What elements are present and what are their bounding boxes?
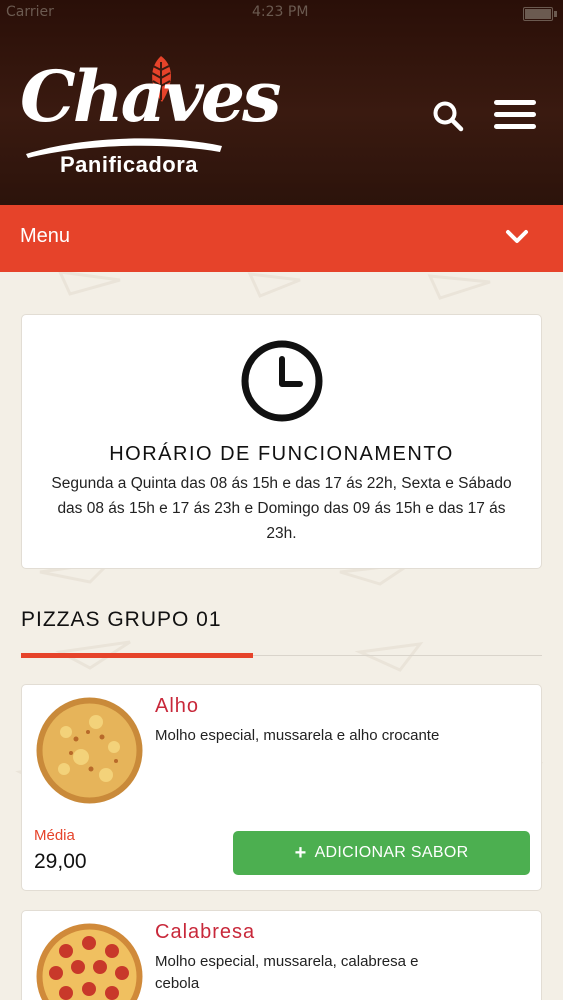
battery-icon (523, 7, 553, 21)
product-description: Molho especial, mussarela e alho crocant… (155, 727, 440, 744)
hamburger-icon (494, 100, 536, 105)
brand-logo[interactable]: Chaves Panificadora (18, 54, 282, 184)
pizza-alho-image[interactable] (36, 697, 143, 804)
menu-label: Menu (20, 225, 71, 247)
status-carrier: Carrier (6, 4, 54, 20)
search-button[interactable] (430, 98, 466, 134)
chevron-down-icon[interactable] (504, 224, 530, 250)
product-name: Calabresa (155, 921, 256, 943)
opening-hours-title: HORÁRIO DE FUNCIONAMENTO (109, 443, 454, 465)
section-title: PIZZAS GRUPO 01 (21, 608, 222, 631)
menu-dropdown-bar[interactable]: Menu (0, 205, 563, 272)
hamburger-menu-button[interactable] (494, 100, 536, 134)
product-description: Molho especial, mussarela, calabresa e c… (155, 953, 419, 992)
pizza-calabresa-image[interactable] (36, 923, 143, 1000)
brand-name: Chaves (20, 55, 282, 138)
opening-hours-card: HORÁRIO DE FUNCIONAMENTO Segunda a Quint… (21, 314, 542, 569)
status-time: 4:23 PM (252, 4, 309, 20)
battery-tip (554, 11, 557, 17)
plus-icon: + (294, 842, 307, 864)
clock-icon (241, 340, 323, 422)
product-price: 29,00 (34, 850, 87, 873)
product-name: Alho (155, 695, 200, 717)
brand-subtitle: Panificadora (60, 152, 199, 177)
app-header: Carrier 4:23 PM Chaves Panificadora (0, 0, 563, 205)
product-card-alho: Alho Molho especial, mussarela e alho cr… (21, 684, 542, 891)
add-flavor-label: ADICIONAR SABOR (314, 844, 469, 861)
search-icon (433, 101, 464, 132)
product-size-label: Média (34, 827, 75, 844)
status-bar: Carrier 4:23 PM (0, 0, 563, 30)
add-flavor-button[interactable]: + ADICIONAR SABOR (233, 831, 530, 875)
product-card-calabresa: Calabresa Molho especial, mussarela, cal… (21, 910, 542, 1000)
opening-hours-text: Segunda a Quinta das 08 ás 15h e das 17 … (51, 475, 512, 542)
section-underline (21, 653, 253, 658)
